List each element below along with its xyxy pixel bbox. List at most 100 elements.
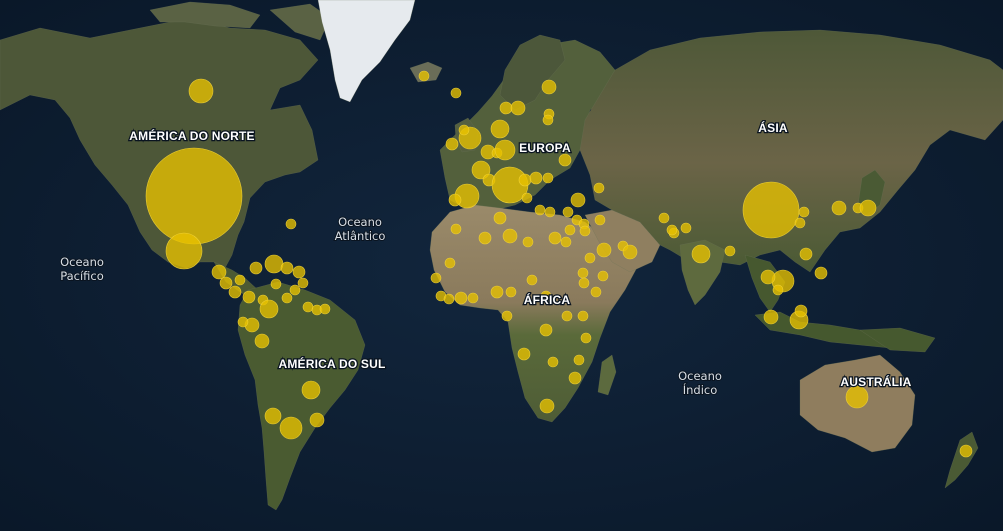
country-bubble[interactable] xyxy=(448,193,462,207)
country-bubble[interactable] xyxy=(579,225,591,237)
country-bubble[interactable] xyxy=(658,212,670,224)
country-bubble[interactable] xyxy=(859,199,877,217)
country-bubble[interactable] xyxy=(285,218,297,230)
country-bubble[interactable] xyxy=(680,222,692,234)
country-bubble[interactable] xyxy=(502,228,518,244)
country-bubble[interactable] xyxy=(499,101,513,115)
country-bubble[interactable] xyxy=(691,244,711,264)
country-bubble[interactable] xyxy=(560,236,572,248)
country-bubble[interactable] xyxy=(418,70,430,82)
country-bubble[interactable] xyxy=(521,192,533,204)
country-bubble[interactable] xyxy=(539,398,555,414)
country-bubble[interactable] xyxy=(724,245,736,257)
world-map[interactable]: Oceano Pacífico Oceano Atlântico Oceano … xyxy=(0,0,1003,531)
country-bubble[interactable] xyxy=(522,236,534,248)
country-bubble[interactable] xyxy=(845,385,869,409)
country-bubble[interactable] xyxy=(814,266,828,280)
country-bubble[interactable] xyxy=(529,171,543,185)
country-bubble[interactable] xyxy=(564,224,576,236)
country-bubble[interactable] xyxy=(597,270,609,282)
country-bubble[interactable] xyxy=(211,264,227,280)
country-bubble[interactable] xyxy=(573,354,585,366)
country-bubble[interactable] xyxy=(760,269,776,285)
country-bubble[interactable] xyxy=(490,285,504,299)
country-bubble[interactable] xyxy=(534,204,546,216)
country-bubble[interactable] xyxy=(570,192,586,208)
country-bubble[interactable] xyxy=(444,257,456,269)
country-bubble[interactable] xyxy=(494,139,516,161)
country-bubble[interactable] xyxy=(542,114,554,126)
country-bubble[interactable] xyxy=(279,416,303,440)
country-bubble[interactable] xyxy=(297,277,309,289)
country-bubble[interactable] xyxy=(518,173,532,187)
country-bubble[interactable] xyxy=(270,278,282,290)
country-bubble[interactable] xyxy=(548,231,562,245)
country-bubble[interactable] xyxy=(319,303,331,315)
country-bubble[interactable] xyxy=(264,254,284,274)
country-bubble[interactable] xyxy=(578,277,590,289)
country-bubble[interactable] xyxy=(577,267,589,279)
country-bubble[interactable] xyxy=(558,153,572,167)
country-bubble[interactable] xyxy=(292,265,306,279)
country-bubble[interactable] xyxy=(562,206,574,218)
country-bubble[interactable] xyxy=(450,223,462,235)
country-bubble[interactable] xyxy=(594,214,606,226)
country-bubble[interactable] xyxy=(547,356,559,368)
country-bubble[interactable] xyxy=(234,274,246,286)
country-bubble[interactable] xyxy=(561,310,573,322)
country-bubble[interactable] xyxy=(517,347,531,361)
country-bubble[interactable] xyxy=(254,333,270,349)
country-bubble[interactable] xyxy=(794,217,806,229)
country-bubble[interactable] xyxy=(228,285,242,299)
country-bubble[interactable] xyxy=(259,299,279,319)
country-bubble[interactable] xyxy=(596,242,612,258)
country-bubble[interactable] xyxy=(458,124,470,136)
country-bubble[interactable] xyxy=(280,261,294,275)
country-bubble[interactable] xyxy=(237,316,249,328)
country-bubble[interactable] xyxy=(510,100,526,116)
country-bubble[interactable] xyxy=(145,147,243,245)
country-bubble[interactable] xyxy=(798,206,810,218)
country-bubble[interactable] xyxy=(541,79,557,95)
country-bubble[interactable] xyxy=(831,200,847,216)
country-bubble[interactable] xyxy=(165,232,203,270)
country-bubble[interactable] xyxy=(772,284,784,296)
country-bubble[interactable] xyxy=(188,78,214,104)
country-bubble[interactable] xyxy=(309,412,325,428)
country-bubble[interactable] xyxy=(763,309,779,325)
country-bubble[interactable] xyxy=(301,380,321,400)
country-bubble[interactable] xyxy=(590,286,602,298)
country-bubble[interactable] xyxy=(577,310,589,322)
country-bubble[interactable] xyxy=(430,272,442,284)
country-bubble[interactable] xyxy=(622,244,638,260)
country-bubble[interactable] xyxy=(568,371,582,385)
country-bubble[interactable] xyxy=(443,293,455,305)
country-bubble[interactable] xyxy=(264,407,282,425)
country-bubble[interactable] xyxy=(526,274,538,286)
country-bubble[interactable] xyxy=(249,261,263,275)
country-bubble[interactable] xyxy=(580,332,592,344)
country-bubble[interactable] xyxy=(794,304,808,318)
country-bubble[interactable] xyxy=(539,323,553,337)
country-bubble[interactable] xyxy=(666,224,678,236)
country-bubble[interactable] xyxy=(445,137,459,151)
country-bubble[interactable] xyxy=(799,247,813,261)
country-bubble[interactable] xyxy=(493,211,507,225)
country-bubble[interactable] xyxy=(450,87,462,99)
country-bubble[interactable] xyxy=(454,291,468,305)
country-bubble[interactable] xyxy=(478,231,492,245)
country-bubble[interactable] xyxy=(742,181,800,239)
country-bubble[interactable] xyxy=(467,292,479,304)
country-bubble[interactable] xyxy=(593,182,605,194)
country-bubble[interactable] xyxy=(281,292,293,304)
country-bubble[interactable] xyxy=(242,290,256,304)
country-bubble[interactable] xyxy=(501,310,513,322)
country-bubble[interactable] xyxy=(490,119,510,139)
country-bubble[interactable] xyxy=(505,286,517,298)
country-bubble[interactable] xyxy=(302,301,314,313)
country-bubble[interactable] xyxy=(219,276,233,290)
country-bubble[interactable] xyxy=(289,284,301,296)
country-bubble[interactable] xyxy=(542,172,554,184)
country-bubble[interactable] xyxy=(584,252,596,264)
country-bubble[interactable] xyxy=(959,444,973,458)
